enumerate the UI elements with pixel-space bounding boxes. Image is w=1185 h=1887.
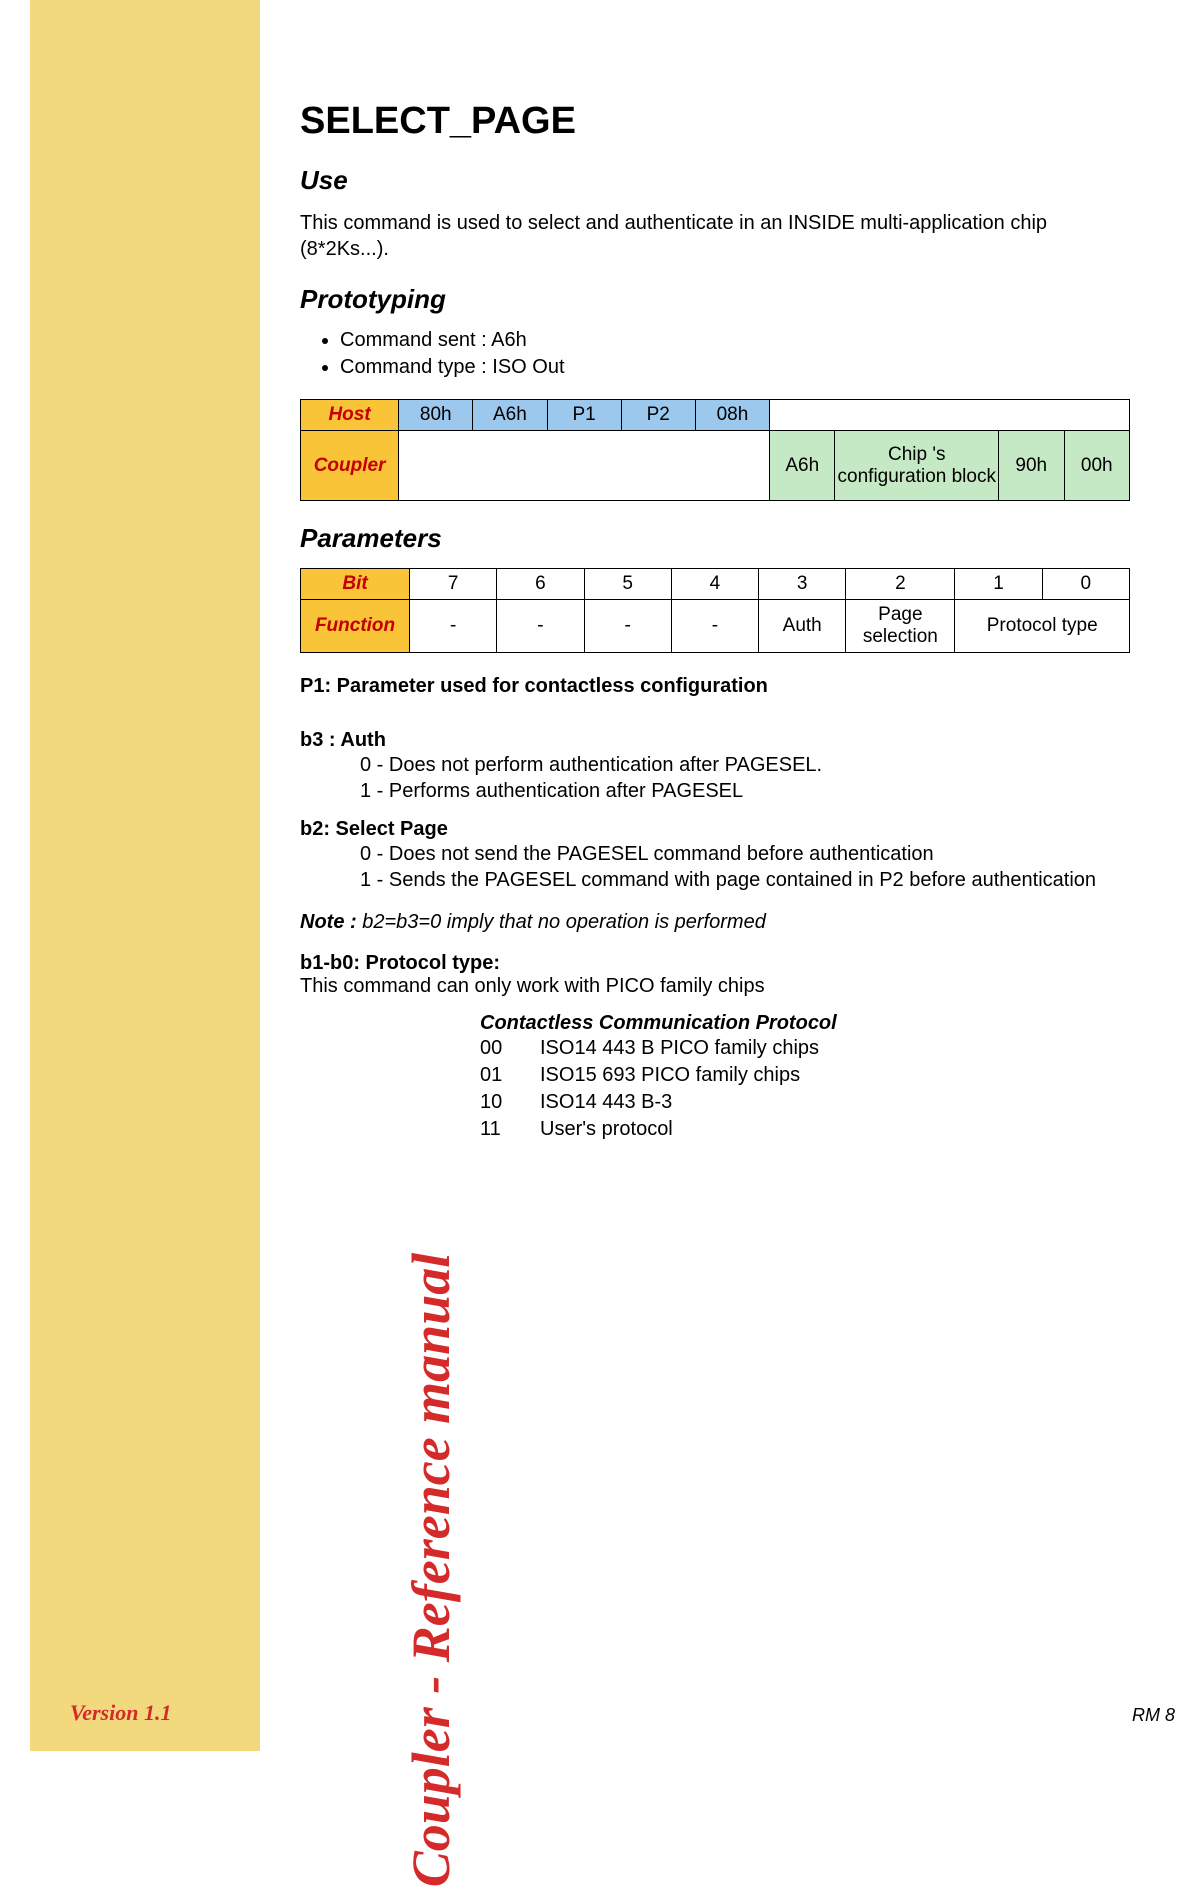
page-title: SELECT_PAGE — [300, 100, 1130, 143]
cell: Protocol type — [955, 600, 1130, 653]
cell: 1 — [955, 569, 1042, 600]
protocol-row: 11User's protocol — [480, 1116, 1130, 1143]
protocol-heading: Contactless Communication Protocol — [480, 1012, 1130, 1035]
cell: - — [671, 600, 758, 653]
bit-header: Bit — [301, 569, 410, 600]
cell: - — [584, 600, 671, 653]
cell: 7 — [410, 569, 497, 600]
cell: 90h — [999, 431, 1064, 501]
cell: - — [410, 600, 497, 653]
table-row: Host 80h A6h P1 P2 08h — [301, 400, 1130, 431]
cell: 2 — [846, 569, 955, 600]
version-label: Version 1.1 — [70, 1700, 171, 1726]
cell: Chip 's configuration block — [835, 431, 999, 501]
protocol-row: 10ISO14 443 B-3 — [480, 1089, 1130, 1116]
prototyping-list: Command sent : A6h Command type : ISO Ou… — [340, 329, 1130, 379]
proto-item: Command type : ISO Out — [340, 356, 1130, 379]
b10-text: This command can only work with PICO fam… — [300, 975, 1130, 998]
cell: 4 — [671, 569, 758, 600]
note-text: b2=b3=0 imply that no operation is perfo… — [357, 911, 766, 933]
main-content: SELECT_PAGE Use This command is used to … — [300, 100, 1130, 1143]
b2-line1: 1 - Sends the PAGESEL command with page … — [360, 867, 1130, 893]
sidebar: Coupler - Reference manual Version 1.1 — [30, 0, 260, 1751]
use-text: This command is used to select and authe… — [300, 210, 1130, 262]
empty-cell — [399, 431, 770, 501]
host-label: Host — [301, 400, 399, 431]
cell: P1 — [547, 400, 621, 431]
b2-title: b2: Select Page — [300, 818, 1130, 841]
coupler-label: Coupler — [301, 431, 399, 501]
cell: 08h — [695, 400, 769, 431]
cell: 3 — [759, 569, 846, 600]
b2-line0: 0 - Does not send the PAGESEL command be… — [360, 841, 1130, 867]
page-number: RM 8 — [1132, 1705, 1175, 1726]
prototyping-table: Host 80h A6h P1 P2 08h Coupler A6h Chip … — [300, 399, 1130, 501]
cell: 80h — [399, 400, 473, 431]
cell: 5 — [584, 569, 671, 600]
parameters-heading: Parameters — [300, 523, 1130, 554]
b2-block: b2: Select Page 0 - Does not send the PA… — [300, 818, 1130, 893]
cell: P2 — [621, 400, 695, 431]
parameters-table: Bit 7 6 5 4 3 2 1 0 Function - - - - Aut… — [300, 568, 1130, 653]
table-row: Coupler A6h Chip 's configuration block … — [301, 431, 1130, 501]
cell: - — [497, 600, 584, 653]
p1-caption: P1: Parameter used for contactless confi… — [300, 673, 1130, 699]
protocol-row: 00ISO14 443 B PICO family chips — [480, 1035, 1130, 1062]
cell: 0 — [1042, 569, 1129, 600]
table-row: Function - - - - Auth Page selection Pro… — [301, 600, 1130, 653]
manual-title: Coupler - Reference manual — [400, 1253, 462, 1887]
cell: A6h — [770, 431, 835, 501]
protocol-list: Contactless Communication Protocol 00ISO… — [480, 1012, 1130, 1143]
b3-line0: 0 - Does not perform authentication afte… — [360, 752, 1130, 778]
b3-line1: 1 - Performs authentication after PAGESE… — [360, 778, 1130, 804]
b3-title: b3 : Auth — [300, 729, 1130, 752]
note-label: Note : — [300, 911, 357, 933]
b10-block: b1-b0: Protocol type: This command can o… — [300, 952, 1130, 998]
use-heading: Use — [300, 165, 1130, 196]
cell: 6 — [497, 569, 584, 600]
note: Note : b2=b3=0 imply that no operation i… — [300, 911, 1130, 934]
prototyping-heading: Prototyping — [300, 284, 1130, 315]
b3-block: b3 : Auth 0 - Does not perform authentic… — [300, 729, 1130, 804]
proto-item: Command sent : A6h — [340, 329, 1130, 352]
cell: 00h — [1064, 431, 1130, 501]
cell: Auth — [759, 600, 846, 653]
b10-title: b1-b0: Protocol type: — [300, 952, 1130, 975]
table-row: Bit 7 6 5 4 3 2 1 0 — [301, 569, 1130, 600]
function-header: Function — [301, 600, 410, 653]
cell: A6h — [473, 400, 547, 431]
empty-cell — [770, 400, 1130, 431]
cell: Page selection — [846, 600, 955, 653]
protocol-row: 01ISO15 693 PICO family chips — [480, 1062, 1130, 1089]
